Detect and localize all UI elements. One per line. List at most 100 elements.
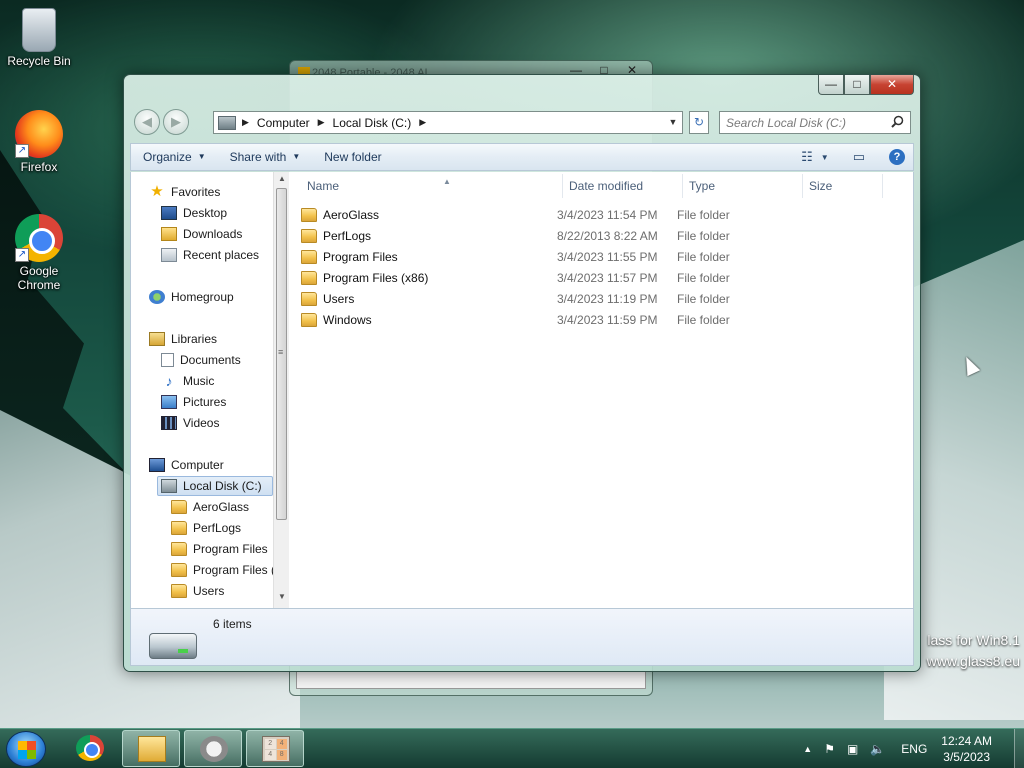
new-folder-label: New folder [324, 150, 382, 164]
nav-pane-scrollbar[interactable]: ▲ ≡ ▼ [273, 172, 289, 608]
search-icon[interactable] [891, 115, 905, 129]
nav-folder-perflogs[interactable]: PerfLogs [171, 518, 241, 538]
address-bar[interactable]: ▶ Computer ▶ Local Disk (C:) ▶ ▼ [213, 111, 683, 134]
breadcrumb-separator[interactable]: ▶ [318, 117, 325, 128]
language-indicator[interactable]: ENG [901, 742, 927, 756]
file-row[interactable]: PerfLogs 8/22/2013 8:22 AM File folder [301, 225, 901, 246]
new-folder-button[interactable]: New folder [312, 144, 393, 170]
homegroup-icon [149, 290, 165, 304]
chevron-down-icon: ▼ [197, 152, 206, 161]
search-input[interactable] [720, 112, 888, 133]
watermark-line: lass for Win8.1 [927, 632, 1020, 648]
folder-icon [301, 270, 317, 285]
shortcut-arrow-icon: ↗ [15, 144, 29, 158]
folder-icon [301, 207, 317, 222]
app-2048-icon: 2 4 4 8 [262, 736, 290, 762]
nav-folder-users[interactable]: Users [171, 581, 224, 601]
nav-folder-program-files-x86[interactable]: Program Files ( [171, 560, 273, 580]
command-bar: Organize ▼ Share with ▼ New folder ☷ ▼ ▭… [130, 143, 914, 171]
firefox-icon: ↗ [15, 110, 63, 158]
scrollbar-thumb[interactable]: ≡ [276, 188, 287, 520]
nav-folder-program-files[interactable]: Program Files [171, 539, 268, 559]
folder-icon [301, 249, 317, 264]
clock[interactable]: 12:24 AM 3/5/2023 [941, 733, 992, 765]
nav-local-disk[interactable]: Local Disk (C:) [157, 476, 273, 496]
videos-icon [161, 416, 177, 430]
file-row[interactable]: Program Files (x86) 3/4/2023 11:57 PM Fi… [301, 267, 901, 288]
share-with-button[interactable]: Share with ▼ [218, 144, 313, 170]
column-header-type[interactable]: Type [683, 174, 803, 198]
show-hidden-icons-icon[interactable]: ▲ [803, 744, 812, 754]
file-type: File folder [677, 270, 730, 285]
column-header-size[interactable]: Size [803, 174, 883, 198]
nav-documents[interactable]: Documents [161, 350, 241, 370]
drive-icon [149, 633, 197, 659]
file-name: Program Files (x86) [323, 270, 429, 285]
show-desktop-button[interactable] [1014, 729, 1024, 768]
desktop-icon-recycle-bin[interactable]: Recycle Bin [0, 8, 78, 68]
help-icon[interactable]: ? [889, 149, 905, 165]
column-header-name[interactable]: Name ▲ [301, 174, 563, 198]
nav-music[interactable]: ♪ Music [161, 371, 215, 391]
close-button[interactable]: ✕ [870, 75, 914, 95]
volume-muted-icon[interactable]: 🔈 [870, 742, 885, 756]
breadcrumb-separator[interactable]: ▶ [419, 117, 426, 128]
breadcrumb-local-disk[interactable]: Local Disk (C:) [333, 116, 412, 130]
chrome-icon [76, 735, 104, 761]
taskbar-app-3[interactable] [184, 730, 242, 767]
nav-favorites[interactable]: ★ Favorites [149, 182, 220, 202]
nav-videos[interactable]: Videos [161, 413, 219, 433]
nav-label: Favorites [171, 185, 221, 199]
desktop-icon-chrome[interactable]: ↗ Google Chrome [0, 214, 78, 292]
address-dropdown-icon[interactable]: ▼ [664, 112, 682, 133]
view-dropdown-icon[interactable]: ▼ [821, 153, 829, 162]
view-options-icon[interactable]: ☷ [801, 149, 813, 165]
nav-homegroup[interactable]: Homegroup [149, 287, 234, 307]
action-center-flag-icon[interactable]: ⚑ [824, 742, 835, 756]
network-icon[interactable]: ▣ [847, 742, 858, 756]
file-row[interactable]: Program Files 3/4/2023 11:55 PM File fol… [301, 246, 901, 267]
desktop-icon-firefox[interactable]: ↗ Firefox [0, 110, 78, 174]
taskbar-app-chrome[interactable] [61, 730, 119, 767]
breadcrumb-computer[interactable]: Computer [257, 116, 310, 130]
explorer-window[interactable]: — □ ✕ ◀ ▶ ▶ Computer ▶ Local Disk (C:) ▶… [123, 74, 921, 672]
folder-icon [301, 291, 317, 306]
tile: 4 [276, 739, 287, 749]
nav-desktop[interactable]: Desktop [161, 203, 227, 223]
organize-button[interactable]: Organize ▼ [131, 144, 218, 170]
folder-icon [171, 521, 187, 535]
scroll-down-icon[interactable]: ▼ [274, 592, 290, 606]
desktop-icon-label: Firefox [20, 160, 58, 174]
column-header-date-modified[interactable]: Date modified [563, 174, 683, 198]
file-type: File folder [677, 207, 730, 222]
downloads-icon [161, 227, 177, 241]
file-name: Windows [323, 312, 372, 327]
clock-time: 12:24 AM [941, 734, 992, 748]
nav-recent-places[interactable]: Recent places [161, 245, 259, 265]
preview-pane-icon[interactable]: ▭ [853, 149, 865, 165]
taskbar-app-2048[interactable]: 2 4 4 8 [246, 730, 304, 767]
folder-icon [171, 563, 187, 577]
minimize-button[interactable]: — [818, 75, 844, 95]
scroll-up-icon[interactable]: ▲ [274, 174, 290, 188]
breadcrumb-separator[interactable]: ▶ [242, 117, 249, 128]
nav-libraries[interactable]: Libraries [149, 329, 217, 349]
nav-computer[interactable]: Computer [149, 455, 224, 475]
recent-places-icon [161, 248, 177, 262]
file-row[interactable]: Users 3/4/2023 11:19 PM File folder [301, 288, 901, 309]
file-name: AeroGlass [323, 207, 380, 222]
forward-button[interactable]: ▶ [163, 109, 189, 135]
refresh-icon[interactable]: ↻ [689, 111, 709, 134]
taskbar-app-explorer[interactable] [122, 730, 180, 767]
search-box[interactable] [719, 111, 911, 134]
file-row[interactable]: AeroGlass 3/4/2023 11:54 PM File folder [301, 204, 901, 225]
file-row[interactable]: Windows 3/4/2023 11:59 PM File folder [301, 309, 901, 330]
nav-pictures[interactable]: Pictures [161, 392, 226, 412]
nav-downloads[interactable]: Downloads [161, 224, 242, 244]
start-button[interactable] [6, 731, 46, 767]
maximize-button[interactable]: □ [844, 75, 870, 95]
nav-folder-aeroglass[interactable]: AeroGlass [171, 497, 249, 517]
file-name: Users [323, 291, 355, 306]
back-button[interactable]: ◀ [134, 109, 160, 135]
documents-icon [161, 353, 174, 367]
